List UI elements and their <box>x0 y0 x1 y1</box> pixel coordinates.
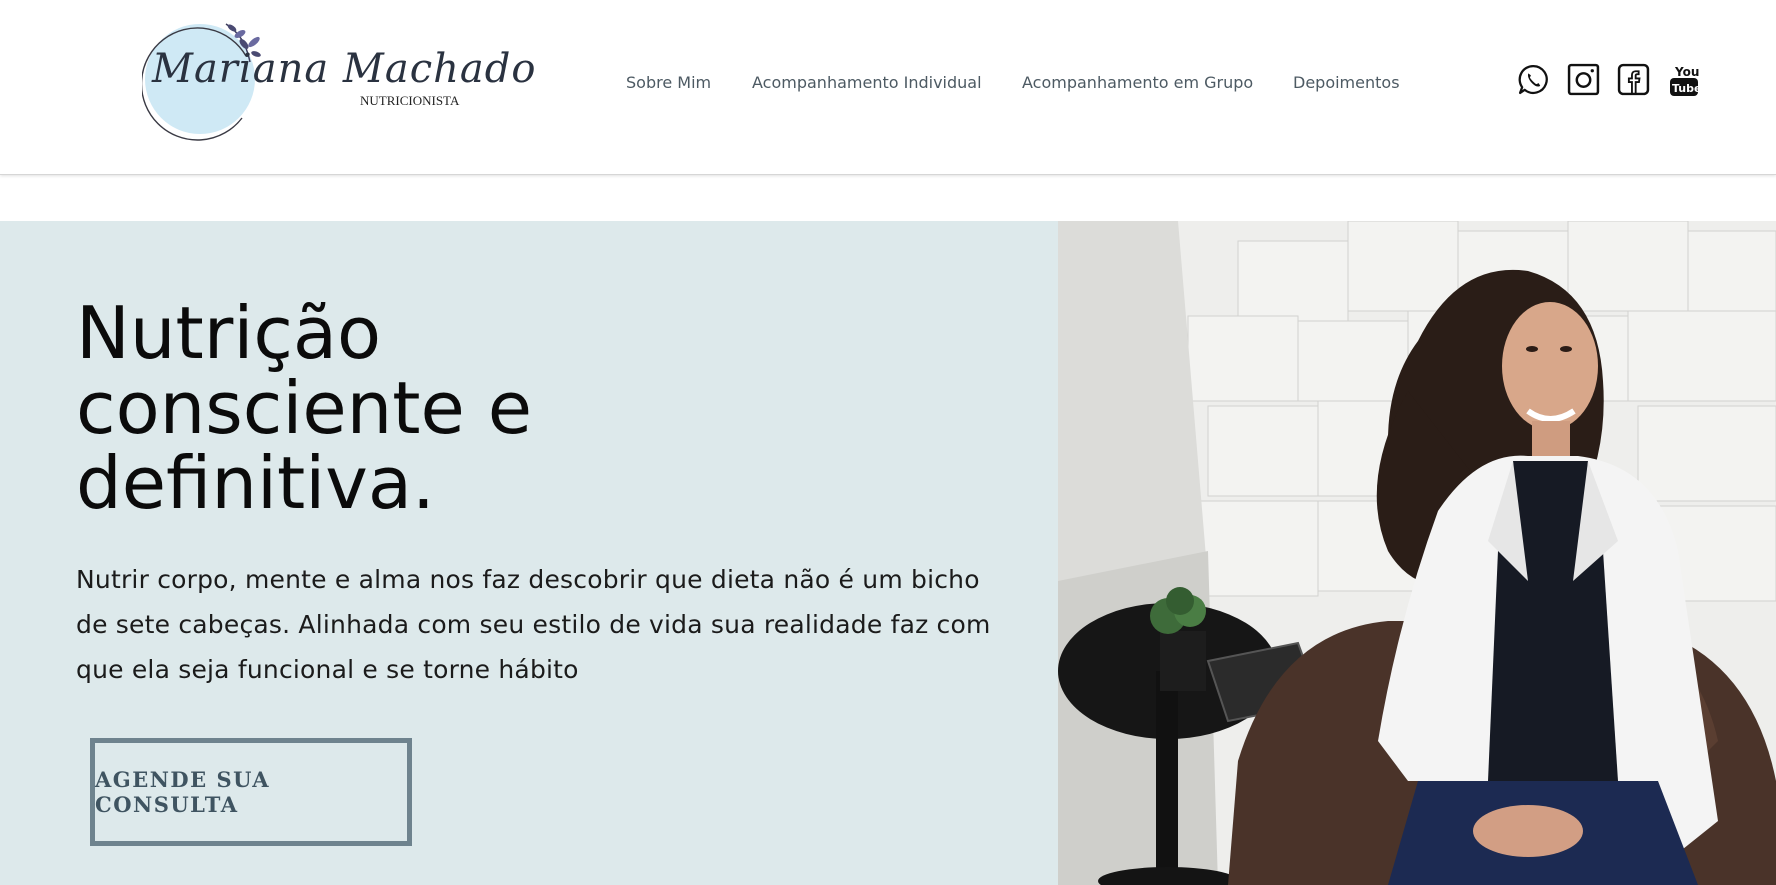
facebook-link[interactable] <box>1617 63 1650 96</box>
hero-description: Nutrir corpo, mente e alma nos faz desco… <box>76 565 991 684</box>
brand-name: Mariana Machado <box>152 46 537 92</box>
instagram-icon <box>1567 63 1600 96</box>
hero-title-line-3: definitiva. <box>76 441 435 525</box>
nav-item-acompanhamento-individual[interactable]: Acompanhamento Individual <box>752 72 982 94</box>
whatsapp-icon <box>1518 64 1548 95</box>
site-header: Mariana Machado NUTRICIONISTA Sobre Mim … <box>0 0 1776 175</box>
hero-title: Nutrição consciente e definitiva. <box>76 296 876 521</box>
instagram-link[interactable] <box>1567 63 1600 96</box>
hero-title-line-2: consciente e <box>76 366 533 450</box>
brand-subtitle: NUTRICIONISTA <box>360 93 460 108</box>
hero-photo <box>1058 221 1776 885</box>
whatsapp-link[interactable] <box>1517 63 1550 96</box>
nav-item-depoimentos[interactable]: Depoimentos <box>1293 72 1400 94</box>
hero-title-line-1: Nutrição <box>76 291 382 375</box>
youtube-icon: You Tube <box>1670 65 1699 96</box>
facebook-icon <box>1617 63 1650 96</box>
nav-item-sobre-mim[interactable]: Sobre Mim <box>626 72 711 94</box>
schedule-consultation-button[interactable]: AGENDE SUA CONSULTA <box>90 738 412 846</box>
youtube-link[interactable]: You Tube <box>1669 63 1699 97</box>
youtube-icon-text-bottom: Tube <box>1672 82 1699 95</box>
youtube-icon-text-top: You <box>1674 65 1699 79</box>
hero-photo-illustration <box>1058 221 1776 885</box>
nav-item-acompanhamento-grupo[interactable]: Acompanhamento em Grupo <box>1022 72 1253 94</box>
brand-logo[interactable]: Mariana Machado NUTRICIONISTA <box>142 20 535 142</box>
